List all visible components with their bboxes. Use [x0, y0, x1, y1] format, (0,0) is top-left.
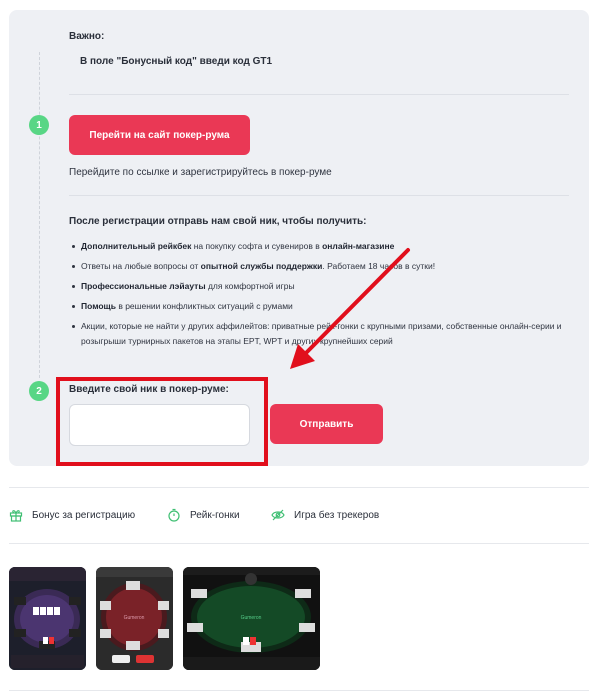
feature-label: Игра без трекеров	[294, 509, 380, 521]
section-divider	[9, 543, 589, 544]
poker-screenshot-1[interactable]	[9, 567, 86, 670]
feature-bonus: Бонус за регистрацию	[9, 508, 135, 522]
feature-label: Бонус за регистрацию	[32, 509, 136, 521]
eye-off-icon	[271, 509, 285, 521]
feature-label: Рейк-гонки	[190, 509, 240, 521]
stopwatch-icon	[168, 508, 180, 522]
gift-icon	[9, 510, 23, 522]
poker-screenshot-3[interactable]: Gumeron	[183, 567, 320, 670]
feature-rake-race: Рейк-гонки	[167, 508, 240, 522]
section-divider	[9, 690, 589, 691]
poker-screenshot-2[interactable]: Gumeron	[96, 567, 173, 670]
section-divider	[9, 487, 589, 488]
feature-no-trackers: Игра без трекеров	[271, 508, 379, 522]
poker-table-image	[9, 567, 86, 670]
poker-table-image: Gumeron	[96, 567, 173, 670]
svg-text:Gumeron: Gumeron	[124, 615, 145, 621]
svg-text:Gumeron: Gumeron	[241, 615, 262, 621]
poker-table-image: Gumeron	[183, 567, 320, 670]
